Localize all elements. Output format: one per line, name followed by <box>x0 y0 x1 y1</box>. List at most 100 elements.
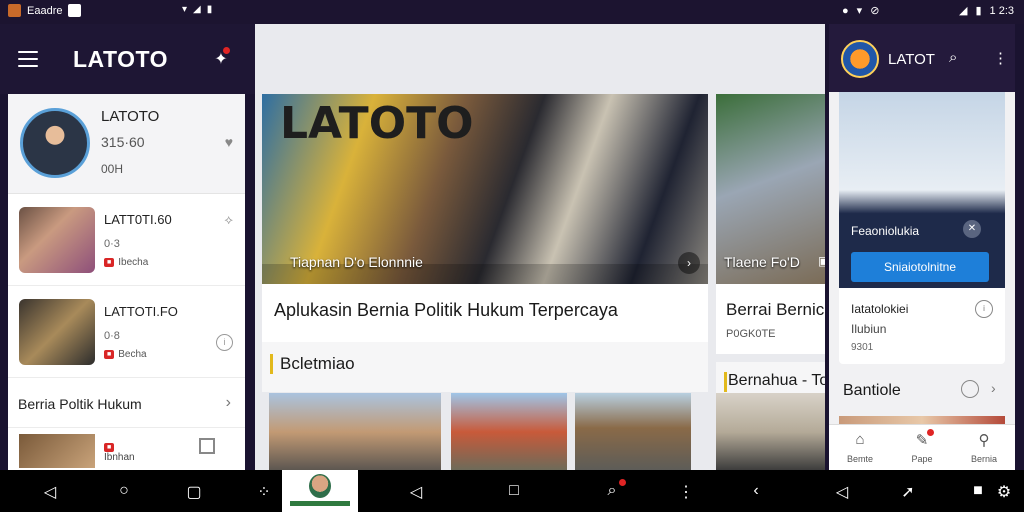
status-left: Eaadre <box>8 4 82 17</box>
status-icons-right: ● ▾ ⊘ <box>842 4 880 18</box>
list-item-meta-text: Ibnhan <box>104 452 135 463</box>
hero-caption: Tiapnan D'o Elonnnie <box>290 254 423 270</box>
status-right: ◢ ▮ 1 2:3 <box>959 4 1014 18</box>
close-icon[interactable]: ✕ <box>963 220 981 238</box>
image-notification-icon <box>68 4 82 17</box>
square-icon[interactable]: ■ <box>968 482 988 500</box>
app-notification-icon <box>8 4 21 17</box>
news-thumbnail[interactable] <box>575 393 691 470</box>
right-section-link[interactable]: Bantiole › <box>839 372 1005 408</box>
status-mid-icons: ▾ ◢ ▮ <box>182 4 212 15</box>
tab-pages[interactable]: ✎ Pape <box>891 425 953 470</box>
live-badge: ■ <box>104 258 115 267</box>
promo-title: Feaoniolukia <box>851 224 920 238</box>
list-thumbnail <box>19 434 95 468</box>
profile-card[interactable]: LATOTO 315·60 00H ♥ <box>8 94 245 194</box>
right-info-card[interactable]: Iatatolokiei Ilubiun 9301 i <box>839 288 1005 364</box>
status-time: 1 2:3 <box>989 4 1014 17</box>
heart-icon[interactable]: ♥ <box>225 134 233 150</box>
list-item[interactable]: LATTOTI.FO 0·8 ■ Becha i <box>8 286 245 378</box>
section-link-politik[interactable]: Berria Poltik Hukum › <box>8 378 245 428</box>
tab-label: Bernia <box>970 454 997 464</box>
app-title: LATOTO <box>73 46 168 72</box>
notification-bell-icon[interactable]: ✦ <box>210 47 232 71</box>
card-line-2: Ilubiun <box>851 322 887 336</box>
hero-logo-text: LATOTO <box>280 98 474 149</box>
tab-home[interactable]: ⌂ Bemte <box>829 425 891 470</box>
tab-profile[interactable]: ⚲ Bernia <box>953 425 1015 470</box>
list-item-sub: 0·3 <box>104 238 120 250</box>
status-left-label: Eaadre <box>27 4 63 17</box>
side-headline-meta: P0GK0TE <box>726 328 776 340</box>
promo-cta-button[interactable]: Sniaiotolnitne <box>851 252 989 282</box>
back-icon-3[interactable]: ◁ <box>832 482 852 502</box>
settings-icon[interactable]: ⚙ <box>994 482 1014 502</box>
headline-card[interactable]: Aplukasin Bernia Politik Hukum Terpercay… <box>262 284 708 342</box>
dnd-icon: ⊘ <box>870 5 880 17</box>
hero-image-secondary[interactable]: Tlaene Fo'D ▣ <box>716 94 825 284</box>
hero-image[interactable]: LATOTO Tiapnan D'o Elonnnie › <box>262 94 708 284</box>
news-thumbnail[interactable] <box>451 393 567 470</box>
bottom-tab-bar: ⌂ Bemte ✎ Pape ⚲ Bernia <box>829 424 1015 470</box>
main-feed: LATOTO Tiapnan D'o Elonnnie › Tlaene Fo'… <box>255 24 825 470</box>
side-headline-card[interactable]: Berrai Bernickh P0GK0TE <box>716 284 825 354</box>
promo-banner[interactable]: Feaoniolukia ✕ Sniaiotolnitne <box>839 92 1005 288</box>
refresh-icon[interactable] <box>961 380 979 398</box>
wifi-icon-2: ▾ <box>856 5 863 17</box>
right-section-label: Bantiole <box>843 382 901 399</box>
battery-icon: ▮ <box>206 4 213 15</box>
chevron-right-icon: › <box>991 380 996 396</box>
recent-app-label <box>290 501 350 506</box>
signal-icon: ◢ <box>193 4 201 15</box>
section-title-side: Bernahua - Toli <box>728 372 825 389</box>
info-icon[interactable]: i <box>216 334 233 351</box>
news-thumbnail[interactable] <box>269 393 441 470</box>
search-icon[interactable]: ⌕ <box>949 49 969 69</box>
bookmark-icon[interactable] <box>199 438 215 454</box>
list-item-title: LATT0TI.60 <box>104 212 172 227</box>
profile-name: LATOTO <box>101 108 160 125</box>
list-thumbnail <box>19 207 95 273</box>
left-drawer: LATOTO 315·60 00H ♥ LATT0TI.60 0·3 ■ Ibec… <box>8 94 245 470</box>
list-item-title: LATTOTI.FO <box>104 304 178 319</box>
section-title: Bcletmiao <box>280 354 355 373</box>
profile-avatar <box>20 108 90 178</box>
recents-icon[interactable]: ▢ <box>184 482 204 502</box>
recents-icon-2[interactable]: □ <box>504 482 524 500</box>
back-chevron-icon[interactable]: ‹ <box>746 482 766 500</box>
more-vert-icon-nav[interactable]: ⋮ <box>676 482 696 502</box>
card-line-3: 9301 <box>851 342 874 353</box>
right-app-title: LATOT <box>888 51 935 68</box>
more-vert-icon[interactable]: ⋮ <box>993 49 1008 67</box>
home-circle-icon[interactable]: ○ <box>114 482 134 500</box>
tab-label: Pape <box>911 454 933 464</box>
headline-text: Aplukasin Bernia Politik Hukum Terpercay… <box>274 300 618 320</box>
info-icon[interactable]: i <box>975 300 993 318</box>
side-headline-title: Berrai Bernickh <box>726 300 825 319</box>
share-icon[interactable]: ⟡ <box>224 212 233 228</box>
home-icon: ⌂ <box>855 431 865 448</box>
section-link-label: Berria Poltik Hukum <box>18 396 142 412</box>
profile-sub2: 00H <box>101 162 124 176</box>
gallery-icon: ▣ <box>818 254 825 268</box>
section-header: Bcletmiao <box>262 342 708 392</box>
recent-app-card[interactable] <box>282 470 358 512</box>
hamburger-menu-icon[interactable] <box>18 51 38 67</box>
back-icon[interactable]: ◁ <box>40 482 60 502</box>
list-item-meta: ■ Ibecha <box>104 257 148 268</box>
signal-icon-2: ◢ <box>959 5 968 17</box>
list-thumbnail <box>19 299 95 365</box>
notification-dot <box>927 429 934 436</box>
chevron-right-icon: › <box>225 394 231 411</box>
news-thumbnail[interactable] <box>716 393 825 470</box>
dots-grid-icon[interactable]: ⁘ <box>254 482 274 502</box>
app-bar: LATOTO ✦ <box>0 24 255 94</box>
back-icon-2[interactable]: ◁ <box>406 482 426 502</box>
share-arrow-icon[interactable]: ➚ <box>898 482 918 502</box>
card-line-1: Iatatolokiei <box>851 302 909 316</box>
hero-side-caption: Tlaene Fo'D <box>724 254 800 270</box>
carousel-next-icon[interactable]: › <box>678 252 700 274</box>
list-item[interactable]: ■ Ibnhan <box>8 428 245 468</box>
profile-sub1: 315·60 <box>101 134 145 150</box>
list-item[interactable]: LATT0TI.60 0·3 ■ Ibecha ⟡ <box>8 194 245 286</box>
